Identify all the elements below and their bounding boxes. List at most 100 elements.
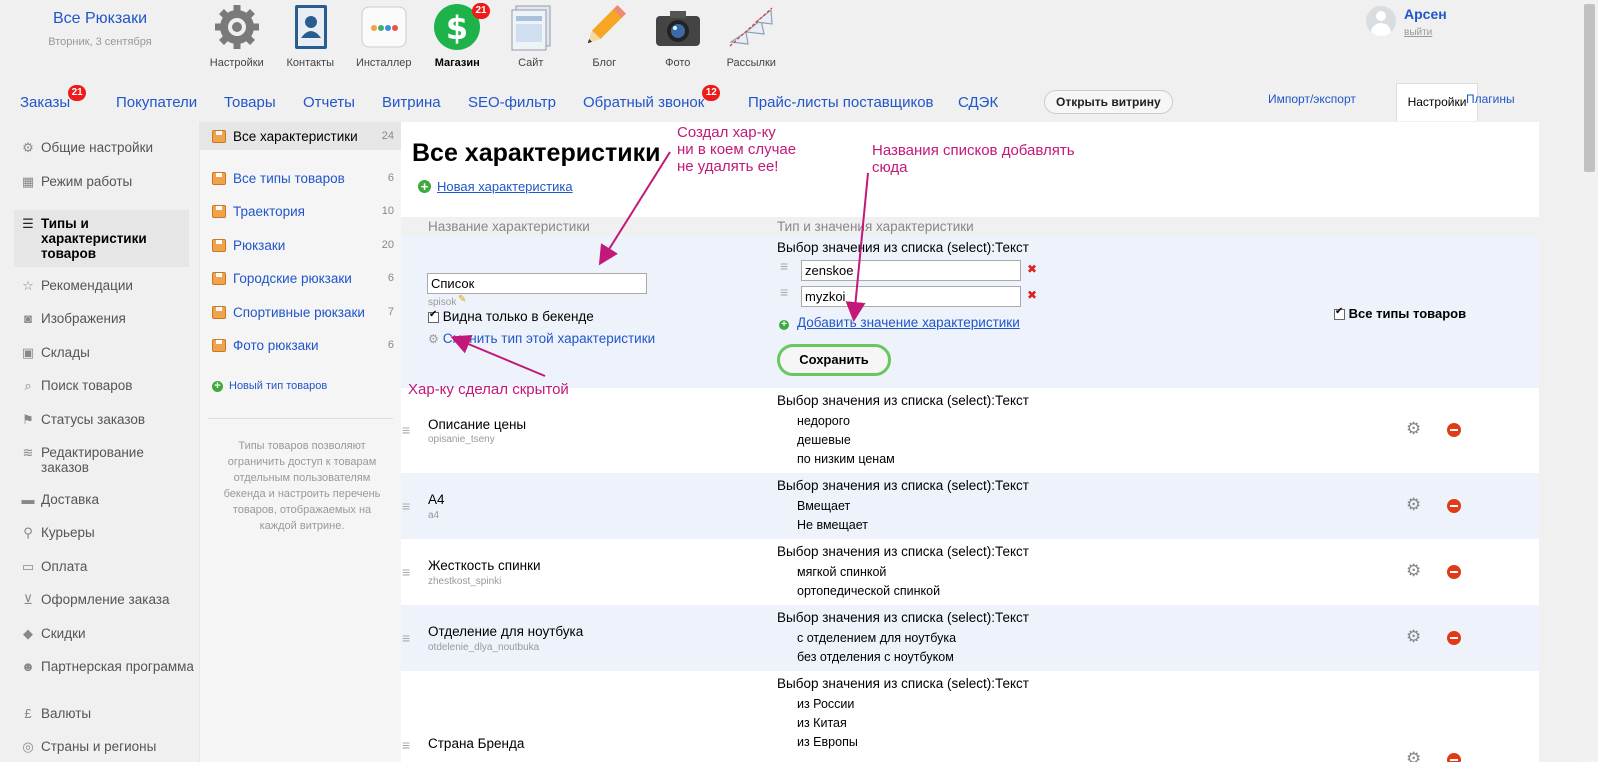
delete-icon[interactable]: [1447, 423, 1461, 437]
sidebar-item-couriers[interactable]: ⚲ Курьеры: [20, 525, 195, 541]
sidebar-item-label: Склады: [41, 345, 90, 360]
type-item-backpacks[interactable]: Рюкзаки 20: [200, 231, 402, 259]
app-photo[interactable]: Фото: [641, 2, 715, 69]
sidebar-item-order-editing[interactable]: ≋ Редактирование заказов: [20, 445, 195, 475]
logout-link[interactable]: выйти: [1404, 27, 1447, 38]
sidebar-item-recommendations[interactable]: ☆ Рекомендации: [20, 278, 195, 294]
add-value-link[interactable]: + Добавить значение характеристики: [779, 315, 1020, 330]
camera-icon: ◙: [24, 311, 32, 326]
delete-icon[interactable]: [1447, 631, 1461, 645]
app-shop[interactable]: $ 21 Магазин: [421, 2, 495, 69]
nav-products[interactable]: Товары: [224, 94, 276, 111]
app-blog[interactable]: Блог: [568, 2, 642, 69]
sidebar-item-countries[interactable]: ◎ Страны и регионы: [20, 739, 195, 755]
sidebar-item-types[interactable]: ☰ Типы и характеристики товаров: [14, 210, 189, 267]
remove-value-icon[interactable]: ✖: [1027, 262, 1037, 276]
nav-cdek[interactable]: СДЭК: [958, 94, 998, 111]
sidebar-item-schedule[interactable]: ▦ Режим работы: [20, 174, 195, 190]
nav-orders[interactable]: Заказы 21: [20, 85, 87, 111]
feature-name[interactable]: А4: [428, 492, 445, 507]
feature-code[interactable]: spisok: [428, 297, 456, 308]
nav-customers[interactable]: Покупатели: [116, 94, 197, 111]
user-name[interactable]: Арсен: [1404, 6, 1447, 22]
backend-only-checkbox[interactable]: [428, 309, 439, 323]
page-scrollbar[interactable]: [1581, 0, 1598, 762]
divider: [208, 418, 393, 419]
type-item-trajectory[interactable]: Траектория 10: [200, 197, 402, 225]
sidebar-item-warehouses[interactable]: ▣ Склады: [20, 345, 195, 361]
plugins-link[interactable]: Плагины: [1466, 92, 1515, 106]
gear-icon[interactable]: ⚙: [1406, 561, 1421, 581]
nav-reports[interactable]: Отчеты: [303, 94, 355, 111]
drag-handle-icon[interactable]: ≡: [402, 565, 412, 579]
sidebar-item-payment[interactable]: ▭ Оплата: [20, 559, 195, 575]
sidebar-item-checkout[interactable]: ⊻ Оформление заказа: [20, 592, 195, 608]
drag-handle-icon[interactable]: ≡: [780, 259, 790, 273]
type-item-sport-backpacks[interactable]: Спортивные рюкзаки 7: [200, 298, 402, 326]
sidebar-item-affiliate[interactable]: ☻ Партнерская программа: [20, 659, 195, 675]
product-types-panel: Все характеристики 24 Все типы товаров 6 Т…: [199, 122, 402, 762]
feature-name-input[interactable]: Список: [427, 273, 647, 294]
list-icon: ☰: [22, 216, 34, 231]
drag-handle-icon[interactable]: ≡: [402, 631, 412, 645]
drag-handle-icon[interactable]: ≡: [402, 738, 412, 752]
gear-icon[interactable]: ⚙: [1406, 495, 1421, 515]
all-types-checkbox-row[interactable]: Все типы товаров: [1334, 306, 1466, 321]
nav-callback[interactable]: Обратный звонок 12: [583, 85, 721, 111]
type-item-all-features[interactable]: Все характеристики 24: [200, 122, 402, 150]
pencil-icon[interactable]: ✎: [458, 294, 466, 305]
delete-icon[interactable]: [1447, 499, 1461, 513]
open-storefront-button[interactable]: Открыть витрину: [1044, 90, 1173, 114]
page-title: Все характеристики: [412, 139, 661, 167]
drag-handle-icon[interactable]: ≡: [402, 499, 412, 513]
value-input-2[interactable]: myzkoi: [801, 286, 1021, 307]
app-mailer[interactable]: Рассылки: [715, 2, 789, 69]
box-icon: ▣: [21, 345, 35, 360]
value-input-1[interactable]: zenskoe: [801, 260, 1021, 281]
brand[interactable]: Все Рюкзаки Вторник, 3 сентября: [20, 10, 180, 48]
new-feature-link[interactable]: + Новая характеристика: [418, 179, 573, 194]
new-type-link[interactable]: + Новый тип товаров: [212, 380, 327, 392]
feature-name[interactable]: Описание цены: [428, 417, 526, 432]
type-count: 24: [381, 130, 394, 142]
sidebar-item-general[interactable]: ⚙ Общие настройки: [20, 140, 195, 156]
sidebar-item-delivery[interactable]: ▬ Доставка: [20, 492, 195, 508]
feature-name[interactable]: Страна Бренда: [428, 736, 524, 751]
gear-icon[interactable]: ⚙: [1406, 749, 1421, 762]
sidebar-item-search[interactable]: ⌕ Поиск товаров: [20, 378, 195, 394]
all-types-checkbox[interactable]: [1334, 306, 1345, 321]
avatar[interactable]: [1366, 6, 1396, 36]
nav-storefront[interactable]: Витрина: [382, 94, 441, 111]
sidebar-item-currencies[interactable]: £ Валюты: [20, 706, 195, 722]
nav-seo-filter[interactable]: SEO-фильтр: [468, 94, 556, 111]
remove-value-icon[interactable]: ✖: [1027, 288, 1037, 302]
change-type-link[interactable]: ⚙ Сменить тип этой характеристики: [428, 331, 655, 346]
feature-name[interactable]: Отделение для ноутбука: [428, 624, 583, 639]
app-settings[interactable]: Настройки: [200, 2, 274, 69]
app-installer[interactable]: Инсталлер: [347, 2, 421, 69]
scrollbar-thumb[interactable]: [1584, 4, 1595, 172]
drag-handle-icon[interactable]: ≡: [402, 423, 412, 437]
delete-icon[interactable]: [1447, 565, 1461, 579]
app-site[interactable]: Сайт: [494, 2, 568, 69]
new-feature-label: Новая характеристика: [437, 179, 573, 194]
import-export-link[interactable]: Импорт/экспорт: [1268, 92, 1356, 106]
sidebar-item-images[interactable]: ◙ Изображения: [20, 311, 195, 327]
type-item-all-types[interactable]: Все типы товаров 6: [200, 164, 402, 192]
nav-price-lists[interactable]: Прайс-листы поставщиков: [748, 94, 934, 111]
gear-icon[interactable]: ⚙: [1406, 419, 1421, 439]
backend-only-checkbox-row[interactable]: Видна только в бекенде: [428, 309, 594, 324]
feature-name[interactable]: Жесткость спинки: [428, 558, 541, 573]
save-button[interactable]: Сохранить: [777, 344, 891, 376]
app-contacts[interactable]: Контакты: [274, 2, 348, 69]
gear-icon[interactable]: ⚙: [1406, 627, 1421, 647]
drag-handle-icon[interactable]: ≡: [780, 285, 790, 299]
sidebar-item-discounts[interactable]: ◆ Скидки: [20, 626, 195, 642]
column-header-name: Название характеристики: [428, 219, 590, 234]
delete-icon[interactable]: [1447, 753, 1461, 762]
sidebar-item-order-statuses[interactable]: ⚑ Статусы заказов: [20, 412, 195, 428]
type-count: 6: [387, 339, 394, 351]
type-item-city-backpacks[interactable]: Городские рюкзаки 6: [200, 264, 402, 292]
type-item-photo-backpacks[interactable]: Фото рюкзаки 6: [200, 331, 402, 359]
brand-name[interactable]: Все Рюкзаки: [20, 10, 180, 28]
